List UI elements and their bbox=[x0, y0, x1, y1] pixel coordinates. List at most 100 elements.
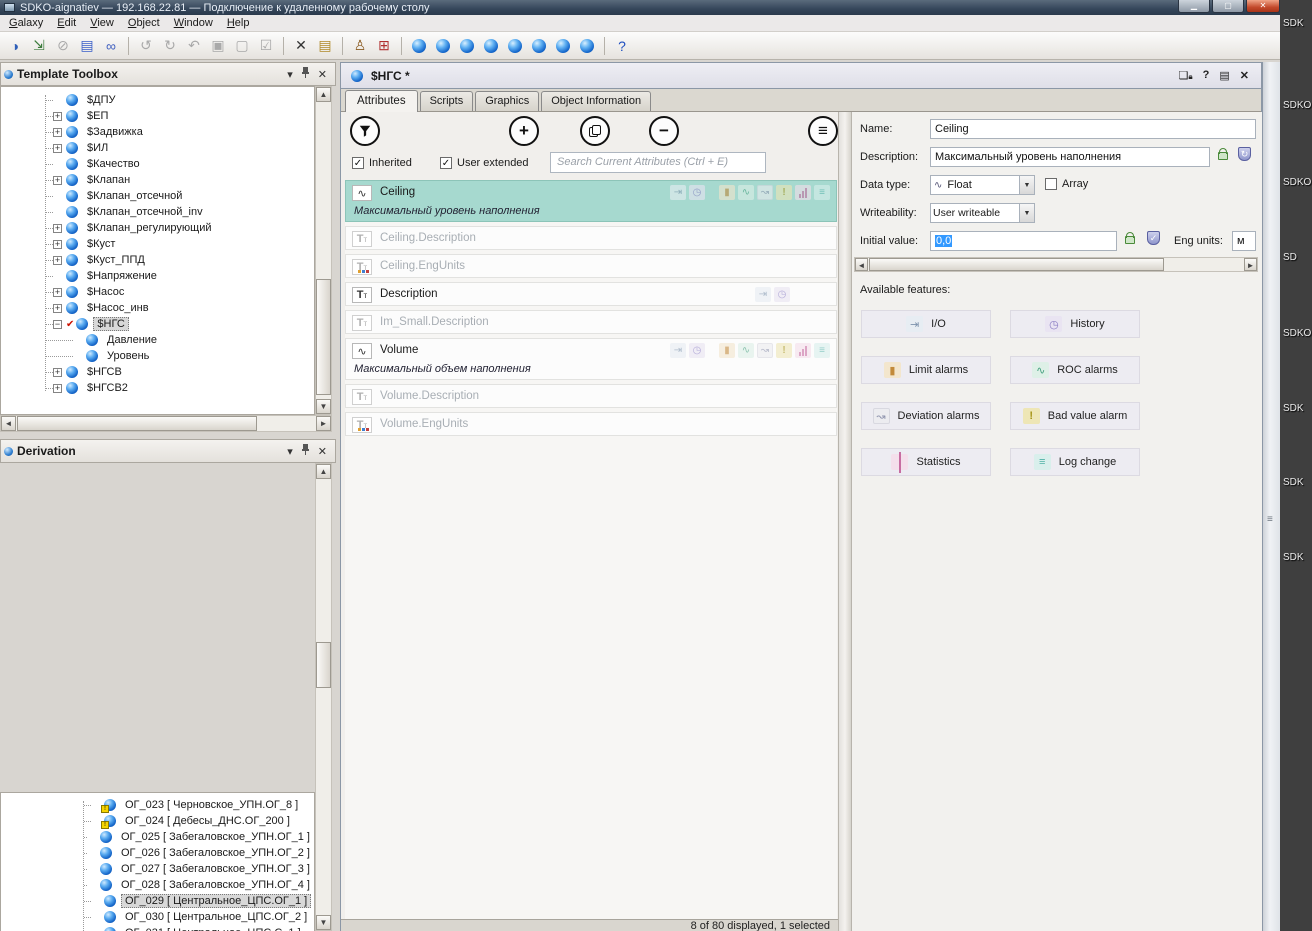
tree-item-label[interactable]: $Напряжение bbox=[83, 269, 161, 283]
search-input[interactable]: Search Current Attributes (Ctrl + E) bbox=[550, 152, 766, 173]
undo-checkout-icon[interactable]: ↶ bbox=[183, 35, 205, 57]
toolbox-item[interactable]: +$ИЛ bbox=[1, 140, 314, 156]
derivation-item[interactable]: !ОГ_024 [ Дебесы_ДНС.ОГ_200 ] bbox=[1, 813, 314, 829]
tree-item-label[interactable]: ОГ_029 [ Центральное_ЦПС.ОГ_1 ] bbox=[121, 894, 311, 908]
tree-item-label[interactable]: $НГС bbox=[93, 317, 128, 331]
panel-menu-icon[interactable]: ▾ bbox=[287, 68, 293, 81]
pin-icon[interactable] bbox=[301, 67, 310, 81]
scroll-down-icon[interactable]: ▼ bbox=[316, 399, 331, 414]
toolbox-item[interactable]: $Напряжение bbox=[1, 268, 314, 284]
form-hscrollbar[interactable]: ◄ ► bbox=[854, 257, 1258, 272]
help-icon[interactable]: ? bbox=[1203, 69, 1210, 82]
save-icon[interactable]: ▤ bbox=[76, 35, 98, 57]
expand-icon[interactable]: + bbox=[53, 176, 62, 185]
tree-item-label[interactable]: ОГ_028 [ Забегаловское_УПН.ОГ_4 ] bbox=[117, 878, 314, 892]
tree-item-label[interactable]: $ДПУ bbox=[83, 93, 119, 107]
stats-feature-button[interactable]: Statistics bbox=[861, 448, 991, 476]
name-field[interactable]: Ceiling bbox=[930, 119, 1256, 139]
panel-menu-icon[interactable]: ▾ bbox=[287, 445, 293, 458]
checkbox-checked-icon[interactable]: ✓ bbox=[440, 157, 452, 169]
derivation-item[interactable]: ОГ_028 [ Забегаловское_УПН.ОГ_4 ] bbox=[1, 877, 314, 893]
model-view-icon[interactable] bbox=[408, 35, 430, 57]
import-object-icon[interactable]: ⇲ bbox=[28, 35, 50, 57]
toolbox-item[interactable]: −✔$НГС bbox=[1, 316, 314, 332]
scroll-up-icon[interactable]: ▲ bbox=[316, 464, 331, 479]
description-field[interactable]: Максимальный уровень наполнения bbox=[930, 147, 1210, 167]
tree-item-label[interactable]: $Клапан_регулирующий bbox=[83, 221, 215, 235]
scroll-up-icon[interactable]: ▲ bbox=[316, 87, 331, 102]
tab-graphics[interactable]: Graphics bbox=[475, 91, 539, 111]
maximize-button[interactable]: ▢ bbox=[1212, 0, 1244, 13]
toolbox-item[interactable]: +$НГСВ bbox=[1, 364, 314, 380]
tree-item-label[interactable]: ОГ_026 [ Забегаловское_УПН.ОГ_2 ] bbox=[117, 846, 314, 860]
tree-item-label[interactable]: $Задвижка bbox=[83, 125, 147, 139]
expand-icon[interactable]: + bbox=[53, 384, 62, 393]
dropdown-arrow-icon[interactable]: ▼ bbox=[1019, 204, 1034, 222]
tab-object-information[interactable]: Object Information bbox=[541, 91, 651, 111]
scroll-down-icon[interactable]: ▼ bbox=[316, 915, 331, 930]
history-feature-button[interactable]: ◷History bbox=[1010, 310, 1140, 338]
derivation-item[interactable]: !ОГ_023 [ Черновское_УПН.ОГ_8 ] bbox=[1, 797, 314, 813]
add-attribute-button[interactable]: + bbox=[509, 116, 539, 146]
tree-item-label[interactable]: $Куст bbox=[83, 237, 119, 251]
toolbox-item[interactable]: $Качество bbox=[1, 156, 314, 172]
tree-item-label[interactable]: Давление bbox=[103, 333, 161, 347]
tree-item-label[interactable]: ОГ_023 [ Черновское_УПН.ОГ_8 ] bbox=[121, 798, 302, 812]
deployment-view-icon[interactable] bbox=[432, 35, 454, 57]
operations-view-icon[interactable] bbox=[480, 35, 502, 57]
toolbox-item[interactable]: $ДПУ bbox=[1, 92, 314, 108]
limit-feature-button[interactable]: ▮Limit alarms bbox=[861, 356, 991, 384]
platform-manager-icon[interactable]: ⊞ bbox=[373, 35, 395, 57]
tree-item-label[interactable]: Уровень bbox=[103, 349, 153, 363]
attribute-row-volume-engunits[interactable]: TтVolume.EngUnits bbox=[345, 412, 837, 436]
save-close-icon[interactable]: ▤ bbox=[1219, 69, 1229, 82]
unlocked-icon[interactable] bbox=[1125, 236, 1135, 244]
scroll-left-icon[interactable]: ◄ bbox=[855, 258, 868, 271]
window-edge-strip[interactable]: ≡ bbox=[1262, 62, 1280, 931]
derivation-item[interactable]: ОГ_026 [ Забегаловское_УПН.ОГ_2 ] bbox=[1, 845, 314, 861]
tab-scripts[interactable]: Scripts bbox=[420, 91, 474, 111]
menu-window[interactable]: Window bbox=[167, 16, 220, 30]
synchronize-views-icon[interactable] bbox=[552, 35, 574, 57]
checkbox-checked-icon[interactable]: ✓ bbox=[352, 157, 364, 169]
menu-edit[interactable]: Edit bbox=[50, 16, 83, 30]
toolbox-item[interactable]: +$ЕП bbox=[1, 108, 314, 124]
roc-feature-button[interactable]: ∿ROC alarms bbox=[1010, 356, 1140, 384]
derivation-item[interactable]: ОГ_029 [ Центральное_ЦПС.ОГ_1 ] bbox=[1, 893, 314, 909]
export-object-icon[interactable]: ⊘ bbox=[52, 35, 74, 57]
help-icon[interactable]: ? bbox=[611, 35, 633, 57]
find-in-galaxy-icon[interactable]: ▤ bbox=[314, 35, 336, 57]
tree-item-label[interactable]: ОГ_024 [ Дебесы_ДНС.ОГ_200 ] bbox=[121, 814, 294, 828]
attribute-row-ceiling-engunits[interactable]: TтCeiling.EngUnits bbox=[345, 254, 837, 278]
expand-icon[interactable]: + bbox=[53, 144, 62, 153]
attribute-menu-button[interactable]: ≡ bbox=[808, 116, 838, 146]
scroll-thumb[interactable] bbox=[316, 279, 331, 395]
attribute-row-volume-description[interactable]: TтVolume.Description bbox=[345, 384, 837, 408]
expand-icon[interactable]: + bbox=[53, 368, 62, 377]
delete-icon[interactable]: ✕ bbox=[290, 35, 312, 57]
tree-item-label[interactable]: $Куст_ППД bbox=[83, 253, 149, 267]
scroll-thumb[interactable] bbox=[869, 258, 1164, 271]
close-panel-icon[interactable]: ✕ bbox=[318, 68, 327, 81]
toolbox-item[interactable]: +$Насос_инв bbox=[1, 300, 314, 316]
menu-galaxy[interactable]: Galaxy bbox=[2, 16, 50, 30]
expand-icon[interactable]: + bbox=[53, 240, 62, 249]
remove-attribute-button[interactable]: − bbox=[649, 116, 679, 146]
scroll-left-icon[interactable]: ◄ bbox=[1, 416, 16, 431]
derivation-item[interactable]: ОГ_027 [ Забегаловское_УПН.ОГ_3 ] bbox=[1, 861, 314, 877]
dev-feature-button[interactable]: ↝Deviation alarms bbox=[861, 402, 991, 430]
expand-icon[interactable]: + bbox=[53, 256, 62, 265]
tree-item-label[interactable]: $Насос bbox=[83, 285, 128, 299]
checkout-icon[interactable]: ↺ bbox=[135, 35, 157, 57]
checkin-icon[interactable]: ↻ bbox=[159, 35, 181, 57]
attribute-row-im_small-description[interactable]: TтIm_Small.Description bbox=[345, 310, 837, 334]
toolbox-item[interactable]: +$Задвижка bbox=[1, 124, 314, 140]
attribute-row-ceiling-description[interactable]: TтCeiling.Description bbox=[345, 226, 837, 250]
pin-icon[interactable] bbox=[301, 444, 310, 458]
tree-item-label[interactable]: ОГ_030 [ Центральное_ЦПС.ОГ_2 ] bbox=[121, 910, 311, 924]
toolbox-item[interactable]: + $Куст_ППД bbox=[1, 252, 314, 268]
tree-item-label[interactable]: $ЕП bbox=[83, 109, 112, 123]
tree-item-label[interactable]: $НГСВ2 bbox=[83, 381, 132, 395]
connect-galaxy-icon[interactable]: ◑ bbox=[4, 35, 26, 57]
undeploy-icon[interactable]: ▢ bbox=[231, 35, 253, 57]
